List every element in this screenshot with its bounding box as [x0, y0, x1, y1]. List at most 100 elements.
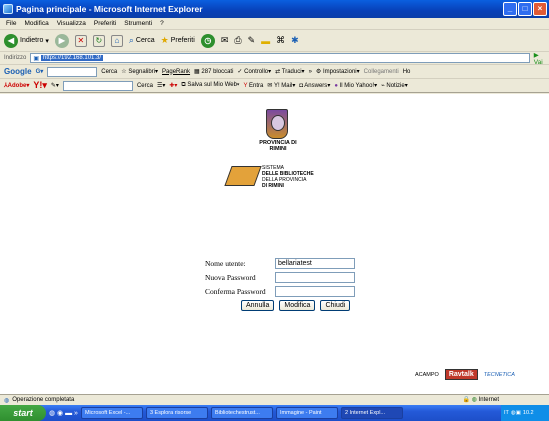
- status-bar: ◍ Operazione completata 🔒 ◍ Internet: [0, 394, 549, 405]
- search-icon: ⌕: [128, 35, 134, 45]
- minimize-button[interactable]: _: [503, 2, 517, 16]
- folder-button[interactable]: ▬: [261, 36, 270, 46]
- menu-edit[interactable]: Modifica: [24, 20, 48, 27]
- google-logo[interactable]: Google: [4, 67, 32, 76]
- close-form-button[interactable]: Chiudi: [320, 300, 351, 311]
- province-crest-logo: [266, 109, 288, 139]
- search-button[interactable]: ⌕ Cerca: [129, 35, 155, 46]
- google-search-input[interactable]: [47, 66, 98, 77]
- yahoo-menu-button[interactable]: ☰▾: [157, 82, 165, 89]
- google-bookmarks-button[interactable]: ☆ Segnalibri▾: [121, 68, 158, 75]
- modify-button[interactable]: Modifica: [279, 300, 316, 311]
- confirm-password-field[interactable]: [275, 285, 355, 297]
- province-name: PROVINCIA DI RIMINI: [259, 140, 297, 152]
- username-field[interactable]: bellariatest: [275, 257, 355, 269]
- menu-view[interactable]: Visualizza: [57, 20, 86, 27]
- pencil-icon[interactable]: ✎▾: [51, 82, 59, 89]
- tecnetica-logo: TECNETICA: [483, 371, 515, 378]
- ie-window: Pagina principale - Microsoft Internet E…: [0, 0, 549, 421]
- save-web-button[interactable]: ⧉ Salva sul Mio Web▾: [181, 82, 239, 89]
- home-button[interactable]: ⌂: [110, 34, 123, 47]
- spellcheck-button[interactable]: ✓ Controllo▾: [237, 68, 271, 75]
- task-excel[interactable]: Microsoft Excel -...: [80, 407, 143, 419]
- globe-icon: ◍: [471, 397, 477, 403]
- new-password-label: Nuova Password: [205, 272, 256, 282]
- standard-toolbar: ◀ Indietro ▾ ▶ ✕ ↻ ⌂ ⌕ Cerca ★ Preferiti…: [0, 30, 549, 52]
- plus-icon[interactable]: ✚▾: [169, 82, 177, 89]
- pagerank-indicator[interactable]: PageRank: [162, 69, 190, 75]
- task-ie[interactable]: 2 Internet Expl...: [340, 407, 403, 419]
- task-paint[interactable]: Immagine - Paint: [275, 407, 338, 419]
- new-password-field[interactable]: [275, 271, 355, 283]
- favorites-button[interactable]: ★ Preferiti: [161, 35, 195, 46]
- translate-button[interactable]: ⇄ Traduci▾: [275, 68, 304, 75]
- cancel-button[interactable]: Annulla: [241, 300, 275, 311]
- status-text: Operazione completata: [12, 397, 75, 403]
- page-content: PROVINCIA DI RIMINI SISTEMA DELLE BIBLIO…: [0, 94, 549, 394]
- home-link[interactable]: Ho: [403, 69, 411, 75]
- my-yahoo-button[interactable]: ● Il Mio Yahoo!▾: [334, 82, 377, 89]
- task-biblioteche[interactable]: Bibliotechestrust...: [210, 407, 273, 419]
- star-icon: ★: [160, 35, 169, 45]
- task-explorer[interactable]: 3 Esplora risorse: [145, 407, 208, 419]
- security-zone: 🔒 ◍ Internet: [462, 397, 499, 403]
- language-indicator[interactable]: IT: [504, 410, 509, 416]
- clock: 10.2: [522, 410, 534, 416]
- menu-file[interactable]: File: [6, 20, 16, 27]
- library-book-logo: [224, 166, 262, 186]
- mail-button[interactable]: ✉: [221, 35, 229, 46]
- refresh-button[interactable]: ↻: [92, 34, 105, 47]
- google-toolbar: Google G▾ Cerca ☆ Segnalibri▾ PageRank ▦…: [0, 65, 549, 79]
- acampo-logo: ACAMPO: [415, 371, 439, 378]
- yahoo-search-button[interactable]: Cerca: [137, 83, 153, 89]
- edit-button[interactable]: ✎: [248, 35, 256, 46]
- maximize-button[interactable]: □: [518, 2, 532, 16]
- address-bar: Indirizzo ▣ https://192.168.101.3/ ▶ Vai: [0, 51, 549, 66]
- chevron-down-icon: ▾: [45, 37, 49, 45]
- back-arrow-icon: ◀: [4, 33, 18, 48]
- change-password-form: Nome utente: bellariatest Nuova Password…: [205, 256, 355, 311]
- close-button[interactable]: ×: [533, 2, 547, 16]
- menu-tools[interactable]: Strumenti: [124, 20, 152, 27]
- more-chevron-icon[interactable]: »: [309, 69, 312, 75]
- system-tray: IT ◍▣ 10.2: [501, 405, 549, 421]
- yahoo-logo-icon[interactable]: Y!▾: [33, 80, 47, 91]
- back-button[interactable]: ◀ Indietro ▾: [4, 33, 49, 48]
- stop-button[interactable]: ✕: [74, 34, 87, 47]
- adobe-button[interactable]: ⅄Adobe▾: [4, 82, 29, 89]
- menu-help[interactable]: ?: [160, 20, 164, 27]
- address-label: Indirizzo: [4, 55, 27, 61]
- yahoo-search-input[interactable]: [62, 80, 133, 91]
- address-input[interactable]: ▣ https://192.168.101.3/: [30, 53, 530, 63]
- ravtalk-logo: Ravtalk: [444, 369, 478, 380]
- window-controls: _ □ ×: [503, 2, 547, 16]
- taskbar: start ◍ ◉ ▬ » Microsoft Excel -... 3 Esp…: [0, 405, 549, 421]
- start-button[interactable]: start: [0, 405, 46, 421]
- go-button[interactable]: ▶ Vai: [534, 51, 549, 66]
- tray-icons[interactable]: ◍▣: [511, 410, 521, 416]
- lock-icon: 🔒: [462, 397, 471, 403]
- google-settings-button[interactable]: ⚙ Impostazioni▾: [316, 68, 360, 75]
- menu-favorites[interactable]: Preferiti: [94, 20, 116, 27]
- forward-button[interactable]: ▶: [54, 33, 69, 48]
- partner-logos: ACAMPO Ravtalk TECNETICA: [415, 369, 515, 380]
- messenger-button[interactable]: ✱: [291, 35, 299, 46]
- history-button[interactable]: ◷: [200, 33, 215, 48]
- ie-page-icon: ◍: [4, 397, 10, 404]
- google-search-button[interactable]: Cerca: [101, 69, 117, 75]
- yahoo-mail-button[interactable]: ✉ Y! Mail▾: [267, 82, 295, 89]
- quick-launch[interactable]: ◍ ◉ ▬ »: [49, 409, 78, 417]
- links-label[interactable]: Collegamenti: [364, 69, 399, 75]
- research-button[interactable]: ⌘: [276, 35, 285, 46]
- library-system-name: SISTEMA DELLE BIBLIOTECHE DELLA PROVINCI…: [262, 165, 314, 189]
- username-label: Nome utente:: [205, 258, 246, 268]
- answers-button[interactable]: ◘ Answers▾: [299, 82, 330, 89]
- window-title: Pagina principale - Microsoft Internet E…: [16, 4, 203, 14]
- print-button[interactable]: ⎙: [234, 35, 241, 46]
- yahoo-toolbar: ⅄Adobe▾ Y!▾ ✎▾ Cerca ☰▾ ✚▾ ⧉ Salva sul M…: [0, 79, 549, 93]
- ie-icon: [3, 4, 13, 14]
- menu-bar: File Modifica Visualizza Preferiti Strum…: [0, 18, 549, 30]
- enter-button[interactable]: Y Entra: [243, 83, 263, 89]
- popup-blocker-button[interactable]: ▦ 287 bloccati: [194, 68, 233, 75]
- news-button[interactable]: ⌁ Notizie▾: [381, 82, 408, 89]
